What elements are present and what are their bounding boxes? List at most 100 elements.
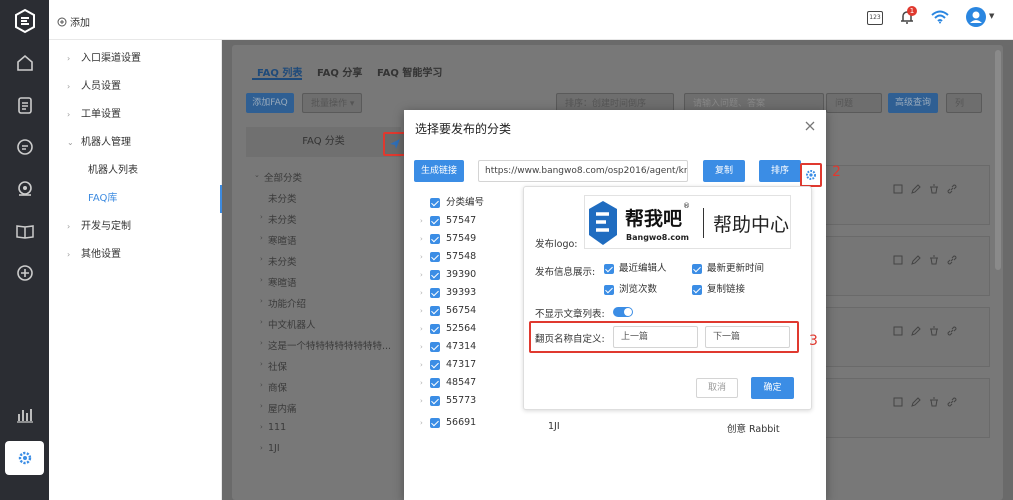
columns-dropdown[interactable]: 列 — [946, 93, 982, 113]
view-icon[interactable] — [893, 255, 903, 265]
faq-card-list — [820, 160, 1000, 480]
checkbox[interactable] — [430, 418, 440, 428]
hide-list-toggle[interactable] — [613, 307, 633, 317]
info-label: 发布信息展示: — [535, 267, 596, 278]
checkbox[interactable] — [430, 378, 440, 388]
view-icon[interactable] — [893, 397, 903, 407]
tree-node[interactable]: › 寒暄语 — [260, 233, 297, 247]
nav-item-robot-management[interactable]: ⌄ 机器人管理 — [49, 129, 222, 157]
add-link[interactable]: 添加 — [57, 14, 90, 29]
edit-icon[interactable] — [911, 255, 921, 265]
checkbox[interactable] — [604, 285, 614, 295]
tree-node[interactable]: 未分类 — [268, 191, 297, 205]
tree-node[interactable]: ⌄ 全部分类 — [254, 170, 302, 184]
gear-icon — [18, 451, 32, 465]
faq-card[interactable] — [820, 307, 990, 367]
next-page-input[interactable]: 下一篇 — [705, 326, 790, 348]
edit-icon[interactable] — [911, 397, 921, 407]
annotation-number: 2 — [832, 164, 841, 180]
avatar-icon[interactable] — [965, 6, 987, 28]
advanced-search-button[interactable]: 高级查询 — [888, 93, 938, 113]
logo-preview[interactable]: 帮我吧 ® Bangwo8.com 帮助中心 — [584, 195, 791, 249]
trash-icon[interactable] — [929, 184, 939, 194]
settings-rail-item[interactable] — [5, 441, 44, 475]
edit-icon[interactable] — [911, 184, 921, 194]
wifi-icon[interactable] — [931, 10, 949, 24]
nav-item-dev[interactable]: › 开发与定制 — [49, 213, 222, 241]
scrollbar[interactable] — [995, 50, 1001, 270]
headset-icon[interactable] — [14, 178, 36, 200]
app-logo-icon[interactable] — [12, 8, 38, 34]
plus-circle-icon[interactable] — [14, 262, 36, 284]
close-icon[interactable] — [804, 120, 816, 132]
checkbox[interactable] — [430, 252, 440, 262]
tree-node[interactable]: › 111 — [260, 422, 286, 433]
checkbox[interactable] — [430, 324, 440, 334]
view-icon[interactable] — [893, 184, 903, 194]
add-faq-button[interactable]: 添加FAQ — [246, 93, 294, 113]
prev-page-input[interactable]: 上一篇 — [613, 326, 698, 348]
checkbox[interactable] — [692, 264, 702, 274]
tab-faq-share[interactable]: FAQ 分享 — [317, 64, 362, 79]
link-icon[interactable] — [947, 326, 957, 336]
faq-card[interactable] — [820, 165, 990, 225]
book-icon[interactable] — [14, 220, 36, 242]
caret-icon: › — [67, 54, 71, 63]
publish-url-input[interactable]: https://www.bangwo8.com/osp2016/agent/kn… — [478, 160, 688, 182]
edit-icon[interactable] — [911, 326, 921, 336]
trash-icon[interactable] — [929, 326, 939, 336]
document-icon[interactable] — [14, 94, 36, 116]
faq-card[interactable] — [820, 236, 990, 296]
checkbox[interactable] — [430, 342, 440, 352]
tab-faq-learning[interactable]: FAQ 智能学习 — [377, 64, 442, 79]
keyboard-icon[interactable]: 123 — [867, 11, 883, 25]
checkbox[interactable] — [430, 270, 440, 280]
tree-node[interactable]: › 社保 — [260, 359, 287, 373]
nav-item-staff[interactable]: › 人员设置 — [49, 73, 222, 101]
tree-node[interactable]: › 屋内痛 — [260, 401, 297, 415]
trash-icon[interactable] — [929, 397, 939, 407]
nav-label: 入口渠道设置 — [81, 53, 141, 64]
checkbox[interactable] — [430, 234, 440, 244]
checkbox[interactable] — [430, 360, 440, 370]
checkbox[interactable] — [604, 264, 614, 274]
nav-item-robot-list[interactable]: 机器人列表 — [49, 157, 222, 185]
chevron-down-icon[interactable]: ▼ — [989, 12, 994, 20]
link-icon[interactable] — [947, 397, 957, 407]
tree-node[interactable]: › 商保 — [260, 380, 287, 394]
generate-link-button[interactable]: 生成链接 — [414, 160, 464, 182]
tree-node[interactable]: › 功能介绍 — [260, 296, 306, 310]
nav-item-other[interactable]: › 其他设置 — [49, 241, 222, 269]
tab-faq-list[interactable]: FAQ 列表 — [257, 64, 302, 79]
sort-button[interactable]: 排序 — [759, 160, 801, 182]
tree-node[interactable]: › 中文机器人 — [260, 317, 316, 331]
question-dropdown[interactable]: 问题 — [826, 93, 882, 113]
tree-node[interactable]: › 1JI — [260, 443, 280, 454]
checkbox[interactable] — [430, 396, 440, 406]
tree-node[interactable]: › 这是一个特特特特特特特特... — [260, 338, 391, 352]
publish-settings-button[interactable] — [800, 163, 822, 187]
chat-icon[interactable] — [14, 136, 36, 158]
batch-dropdown[interactable]: 批量操作 ▾ — [302, 93, 362, 113]
stats-icon[interactable] — [14, 404, 36, 426]
home-icon[interactable] — [14, 52, 36, 74]
faq-card[interactable] — [820, 378, 990, 438]
link-icon[interactable] — [947, 184, 957, 194]
checkbox[interactable] — [430, 198, 440, 208]
confirm-button[interactable]: 确定 — [751, 377, 794, 399]
checkbox[interactable] — [430, 306, 440, 316]
cancel-button[interactable]: 取消 — [696, 378, 738, 398]
nav-item-tickets[interactable]: › 工单设置 — [49, 101, 222, 129]
trash-icon[interactable] — [929, 255, 939, 265]
checkbox[interactable] — [430, 216, 440, 226]
copy-button[interactable]: 复制 — [703, 160, 745, 182]
nav-item-faq-library[interactable]: FAQ库 — [49, 185, 222, 213]
tree-node[interactable]: › 未分类 — [260, 254, 297, 268]
tree-node[interactable]: › 未分类 — [260, 212, 297, 226]
link-icon[interactable] — [947, 255, 957, 265]
checkbox[interactable] — [430, 288, 440, 298]
view-icon[interactable] — [893, 326, 903, 336]
nav-item-entry-channels[interactable]: › 入口渠道设置 — [49, 45, 222, 73]
tree-node[interactable]: › 寒暄语 — [260, 275, 297, 289]
checkbox[interactable] — [692, 285, 702, 295]
